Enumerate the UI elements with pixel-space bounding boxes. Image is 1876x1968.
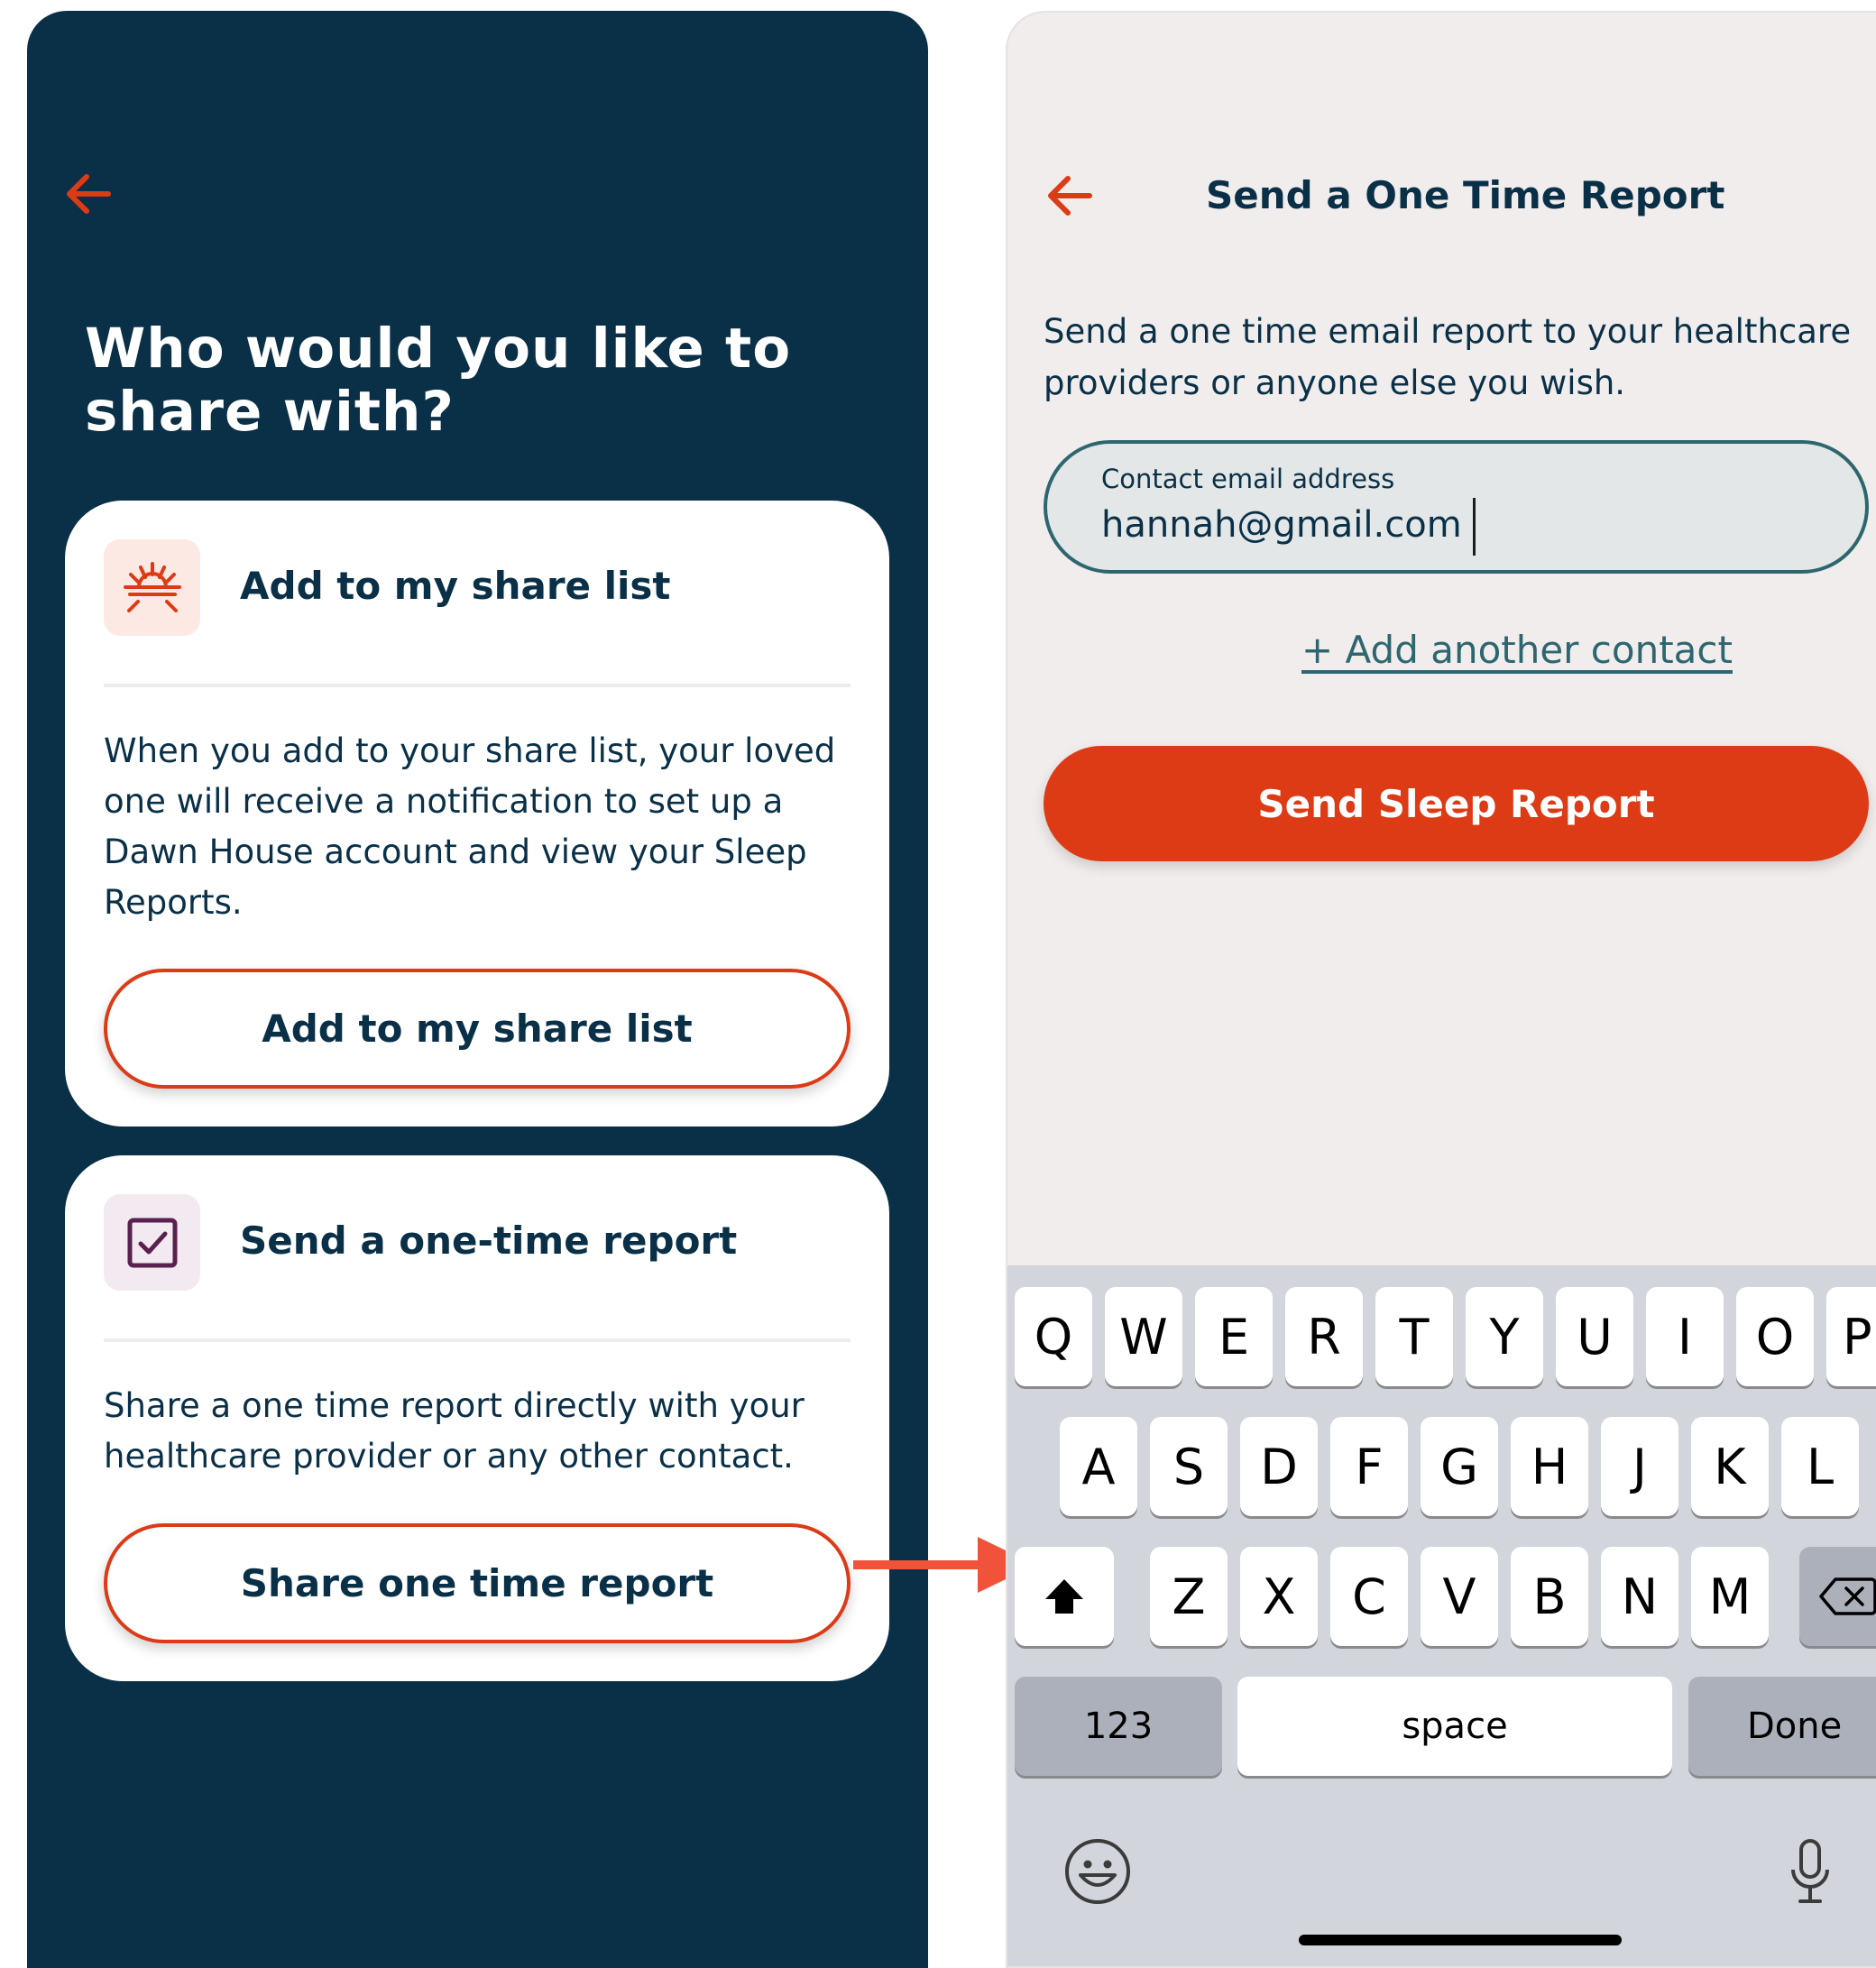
key-m[interactable]: M — [1691, 1547, 1769, 1646]
page-title: Send a One Time Report — [1206, 173, 1725, 217]
backspace-icon — [1819, 1577, 1876, 1615]
key-q[interactable]: Q — [1015, 1287, 1092, 1386]
add-to-share-list-button[interactable]: Add to my share list — [104, 969, 851, 1089]
key-w[interactable]: W — [1105, 1287, 1182, 1386]
space-key[interactable]: space — [1237, 1677, 1672, 1776]
numbers-key[interactable]: 123 — [1015, 1677, 1222, 1776]
key-k[interactable]: K — [1691, 1417, 1769, 1516]
key-t[interactable]: T — [1375, 1287, 1453, 1386]
text-caret — [1472, 498, 1476, 556]
page-heading: Who would you like to share with? — [85, 317, 792, 444]
on-screen-keyboard: Q W E R T Y U I O P A S D F G H J K L Z … — [1007, 1265, 1876, 1966]
key-n[interactable]: N — [1601, 1547, 1678, 1646]
key-f[interactable]: F — [1330, 1417, 1408, 1516]
one-time-report-card: Send a one-time report Share a one time … — [65, 1155, 889, 1681]
shift-icon — [1045, 1579, 1083, 1614]
one-time-card-description: Share a one time report directly with yo… — [104, 1386, 805, 1476]
home-indicator — [1299, 1935, 1622, 1945]
key-v[interactable]: V — [1421, 1547, 1498, 1646]
key-u[interactable]: U — [1556, 1287, 1633, 1386]
key-g[interactable]: G — [1421, 1417, 1498, 1516]
key-b[interactable]: B — [1511, 1547, 1588, 1646]
share-list-card-description: When you add to your share list, your lo… — [104, 731, 836, 922]
done-key[interactable]: Done — [1688, 1677, 1876, 1776]
share-one-time-report-button[interactable]: Share one time report — [104, 1523, 851, 1643]
back-arrow-icon[interactable] — [58, 162, 121, 225]
checkbox-icon — [104, 1194, 200, 1291]
microphone-icon[interactable] — [1783, 1835, 1837, 1908]
one-time-card-title: Send a one-time report — [240, 1219, 738, 1263]
key-o[interactable]: O — [1736, 1287, 1814, 1386]
send-sleep-report-button[interactable]: Send Sleep Report — [1044, 746, 1869, 861]
divider — [104, 1338, 851, 1342]
key-y[interactable]: Y — [1466, 1287, 1543, 1386]
key-c[interactable]: C — [1330, 1547, 1408, 1646]
key-p[interactable]: P — [1826, 1287, 1876, 1386]
sunrise-icon — [104, 539, 200, 636]
email-field-value-row[interactable]: hannah@gmail.com — [1101, 498, 1476, 556]
key-h[interactable]: H — [1511, 1417, 1588, 1516]
emoji-icon[interactable] — [1062, 1835, 1134, 1908]
back-arrow-icon[interactable] — [1039, 164, 1102, 227]
divider — [104, 684, 851, 687]
share-list-card: Add to my share list When you add to you… — [65, 501, 889, 1127]
one-time-report-screen: Send a One Time Report Send a one time e… — [1006, 11, 1876, 1968]
key-x[interactable]: X — [1240, 1547, 1318, 1646]
page-description: Send a one time email report to your hea… — [1044, 312, 1852, 402]
key-a[interactable]: A — [1060, 1417, 1137, 1516]
add-another-contact-link[interactable]: + Add another contact — [1233, 621, 1801, 679]
key-e[interactable]: E — [1195, 1287, 1273, 1386]
key-z[interactable]: Z — [1150, 1547, 1228, 1646]
key-d[interactable]: D — [1240, 1417, 1318, 1516]
shift-key[interactable] — [1015, 1547, 1114, 1646]
backspace-key[interactable] — [1799, 1547, 1876, 1646]
email-field[interactable]: Contact email address hannah@gmail.com — [1044, 440, 1869, 574]
key-l[interactable]: L — [1781, 1417, 1859, 1516]
key-i[interactable]: I — [1646, 1287, 1724, 1386]
key-r[interactable]: R — [1285, 1287, 1363, 1386]
email-field-value[interactable]: hannah@gmail.com — [1101, 504, 1462, 546]
key-j[interactable]: J — [1601, 1417, 1678, 1516]
email-field-label: Contact email address — [1101, 464, 1395, 494]
share-list-card-title: Add to my share list — [240, 564, 671, 608]
share-options-screen: Who would you like to share with? Add to — [27, 11, 928, 1968]
key-s[interactable]: S — [1150, 1417, 1228, 1516]
